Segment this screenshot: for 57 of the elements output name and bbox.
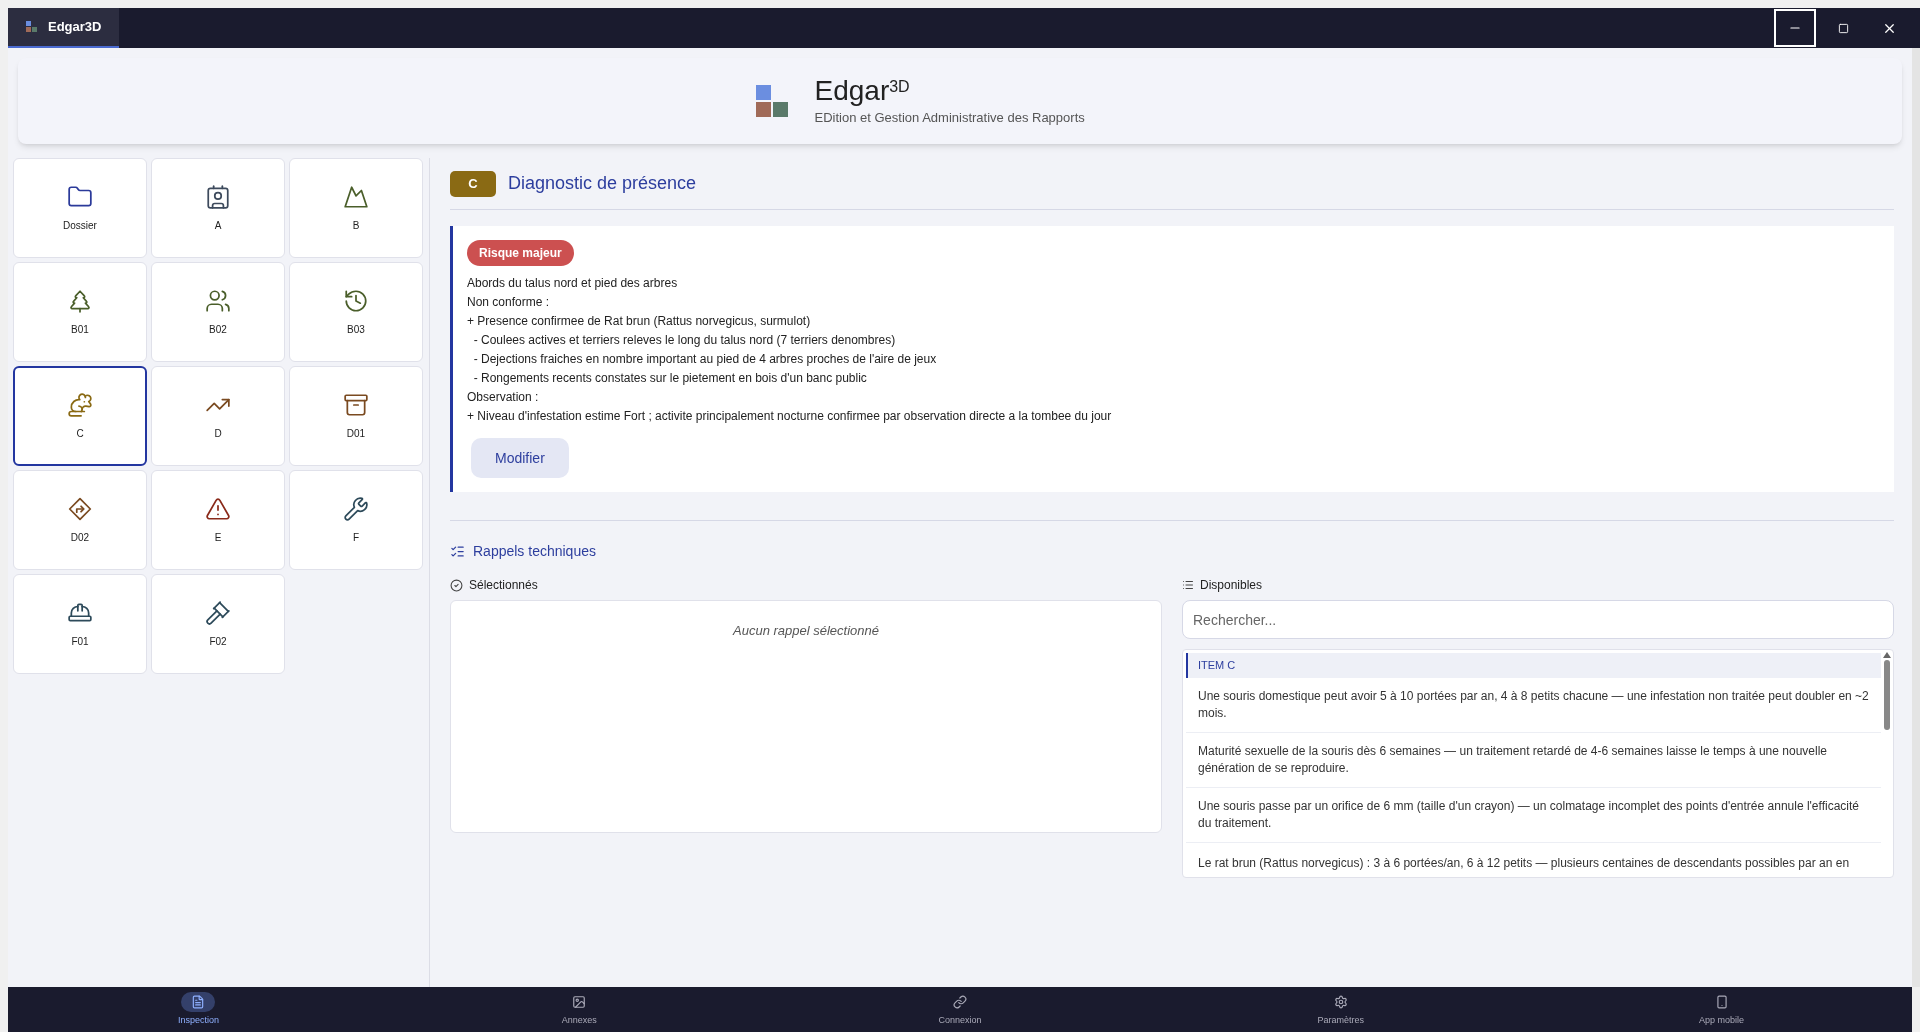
settings-icon <box>1333 994 1348 1009</box>
section-code-badge: C <box>450 170 496 197</box>
app-subtitle: EDition et Gestion Administrative des Rapports <box>814 109 1086 128</box>
section-tile[interactable]: E <box>151 470 285 570</box>
section-tile[interactable]: Dossier <box>13 158 147 258</box>
nav-tab[interactable]: Paramètres <box>1150 987 1532 1032</box>
finding-line: - Dejections fraiches en nombre important au pied de 4 arbres proches de l'aire de jeux <box>472 351 938 368</box>
finding-line: + Niveau d'infestation estime Fort ; activite principalement nocturne confirmee par observation directe a la tombee du jour <box>467 408 1113 425</box>
section-tile[interactable]: D02 <box>13 470 147 570</box>
section-tile[interactable]: F <box>289 470 423 570</box>
minimize-button[interactable] <box>1774 9 1816 47</box>
finding-line: Abords du talus nord et pied des arbres <box>467 275 679 292</box>
window-tab[interactable]: Edgar3D <box>8 8 120 48</box>
selected-label: Sélectionnés <box>469 577 538 594</box>
finding-line: - Coulees actives et terriers releves le long du talus nord (7 terriers denombres) <box>472 332 897 349</box>
section-tile[interactable]: F01 <box>13 574 147 674</box>
section-tile[interactable]: D01 <box>289 366 423 466</box>
phone-icon <box>1714 994 1729 1009</box>
empty-message: Aucun rappel sélectionné <box>733 622 879 640</box>
nav-tab[interactable]: Inspection <box>8 987 389 1032</box>
check-circle-icon <box>450 578 463 592</box>
app-title: Edgar$^{3D}$ <box>814 74 911 109</box>
app-logo-icon <box>26 21 38 33</box>
search-field[interactable]: Rechercher... <box>1182 600 1894 639</box>
reminder-item[interactable]: Une souris passe par un orifice de 6 mm (taille d'un crayon) — un colmatage incomplet des points d'entrée annule l'efficacité du traitement. <box>1186 787 1881 843</box>
app-logo-icon <box>755 84 789 118</box>
section-tile[interactable]: F02 <box>151 574 285 674</box>
image-icon <box>572 994 587 1009</box>
section-tile[interactable]: A <box>151 158 285 258</box>
section-tile[interactable]: C <box>13 366 147 466</box>
available-label: Disponibles <box>1200 577 1263 594</box>
checklist-icon <box>450 544 465 559</box>
reminder-item[interactable]: Maturité sexuelle de la souris dès 6 semaines — un traitement retardé de 4-6 semaines laisse le temps à une nouvelle génération de se reproduire. <box>1186 732 1881 788</box>
reminders-title: Rappels techniques <box>473 542 596 561</box>
group-header: ITEM C <box>1186 653 1881 678</box>
nav-tab[interactable]: Annexes <box>388 987 770 1032</box>
link-icon <box>953 994 967 1009</box>
section-tile[interactable]: D <box>151 366 285 466</box>
list-icon <box>1182 579 1194 591</box>
document-icon <box>191 994 206 1009</box>
section-tile[interactable]: B <box>289 158 423 258</box>
edit-button[interactable]: Modifier <box>471 438 569 478</box>
reminder-item[interactable]: Le rat brun (Rattus norvegicus) : 3 à 6 portées/an, 6 à 12 petits — plusieurs centaines de descendants possibles par an en <box>1186 842 1881 872</box>
finding-line: Non conforme : <box>467 294 551 311</box>
section-tile[interactable]: B01 <box>13 262 147 362</box>
finding-line: Observation : <box>467 389 540 406</box>
reminder-item[interactable]: Une souris domestique peut avoir 5 à 10 portées par an, 4 à 8 petits chacune — une infestation non traitée peut doubler en ~2 mois. <box>1186 677 1881 733</box>
nav-tab[interactable]: App mobile <box>1531 987 1912 1032</box>
section-title: Diagnostic de présence <box>508 172 697 195</box>
nav-tab[interactable]: Connexion <box>769 987 1151 1032</box>
finding-line: - Rongements recents constates sur le pietement en bois d'un banc public <box>472 370 868 387</box>
maximize-icon <box>1837 22 1849 34</box>
section-tile[interactable]: B02 <box>151 262 285 362</box>
section-tile[interactable]: B03 <box>289 262 423 362</box>
scroll-up-icon[interactable] <box>1883 652 1891 658</box>
finding-line: + Presence confirmee de Rat brun (Rattus norvegicus, surmulot) <box>467 313 812 330</box>
risk-badge: Risque majeur <box>467 240 574 266</box>
